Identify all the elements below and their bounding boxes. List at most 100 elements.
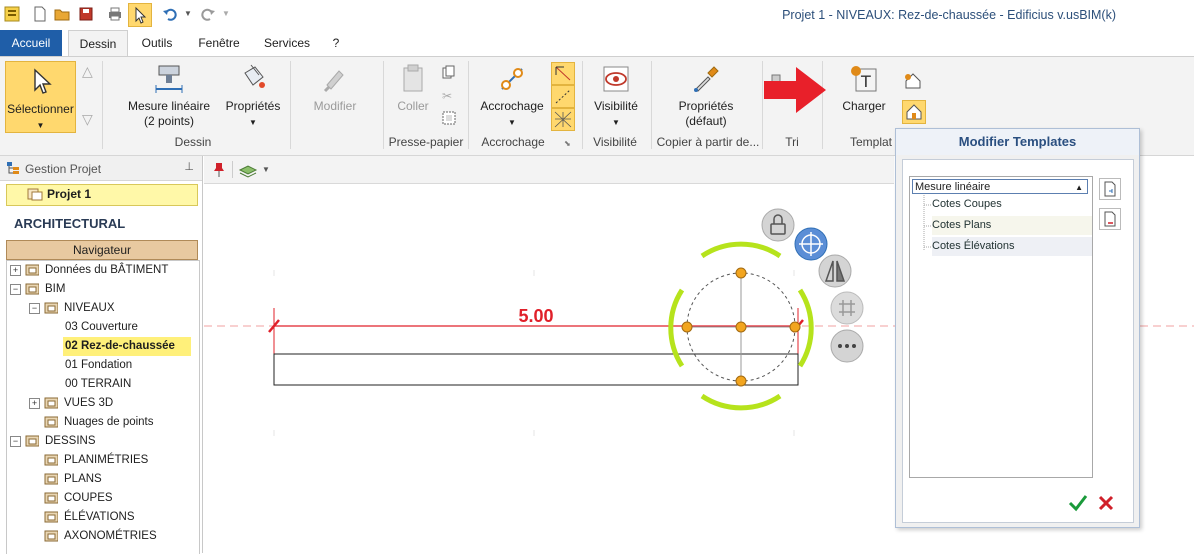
save-icon[interactable] [78,6,94,22]
dropdown-arrow-icon: ▼ [36,121,45,130]
tree-node[interactable]: 01 Fondation [7,356,197,375]
undo-dropdown-icon[interactable]: ▼ [180,6,196,22]
template-add-icon[interactable] [903,71,923,91]
collapse-arrow-icon: ▲ [1075,183,1083,192]
redo-icon[interactable] [200,6,216,22]
eye-icon [603,66,629,92]
snap-mode-1-icon[interactable] [551,62,575,85]
paste-button[interactable]: Coller [390,63,436,114]
tree-node[interactable]: 00 TERRAIN [7,375,197,394]
tab-draw[interactable]: Dessin [68,30,128,57]
group-label-copy-from: Copier à partir de... [656,135,760,149]
select-button[interactable]: Sélectionner ▼ [5,61,76,133]
tab-help[interactable]: ? [326,30,346,56]
project-icon [27,188,43,201]
scroll-up-icon[interactable]: △ [82,63,93,80]
tree-node[interactable]: Nuages de points [7,413,197,432]
tree-node[interactable]: PLANIMÉTRIES [7,451,197,470]
expand-toggle-icon[interactable]: − [29,303,40,314]
select-pointer-icon[interactable] [128,3,152,27]
tree-node[interactable]: AXONOMÉTRIES [7,527,197,546]
close-icon [1098,495,1114,511]
default-properties-button[interactable]: Propriétés (défaut) [666,63,746,129]
menu-tabs: Accueil Dessin Outils Fenêtre Services ? [0,30,1194,57]
tree-node[interactable]: 02 Rez-de-chaussée [7,337,197,356]
tree-node[interactable]: ÉLÉVATIONS [7,508,197,527]
dimension-value: 5.00 [518,306,553,326]
tree-node[interactable]: + Données du BÂTIMENT [7,261,197,280]
template-item[interactable]: Cotes Élévations [932,237,1092,256]
cut-icon[interactable]: ✂ [442,89,456,103]
snap-mode-2-icon[interactable] [551,85,575,108]
tree-node[interactable]: − BIM [7,280,197,299]
expand-toggle-icon[interactable]: − [10,284,21,295]
folder-node-icon [44,492,58,504]
folder-node-icon [44,511,58,523]
dropdown-arrow-icon: ▼ [249,118,257,127]
delete-template-button[interactable] [1099,208,1121,230]
group-label-snap: Accrochage [481,135,545,149]
add-document-icon [1104,181,1116,197]
eyedropper-icon [694,66,719,92]
template-type-select[interactable]: Mesure linéaire ▲ [912,179,1088,194]
visibility-button[interactable]: Visibilité ▼ [588,63,644,130]
tree-node[interactable]: 03 Couverture [7,318,197,337]
array-grid-icon[interactable] [830,291,864,325]
check-icon [1068,495,1088,512]
dimension-icon [155,65,183,93]
tree-node[interactable]: + VUES 3D [7,394,197,413]
layers-dropdown-icon[interactable]: ▼ [262,165,270,174]
modify-button[interactable]: Modifier [305,63,365,114]
tree-node[interactable]: PLANS [7,470,197,489]
copy-icon[interactable] [442,65,456,79]
tab-services[interactable]: Services [256,30,318,56]
expand-toggle-icon[interactable]: − [10,436,21,447]
pin-red-icon[interactable] [212,162,226,178]
app-menu-icon[interactable] [4,6,20,22]
navigator-header[interactable]: Navigateur [6,240,198,260]
wall-element[interactable] [273,353,799,386]
properties-button[interactable]: Propriétés ▼ [222,63,284,130]
more-options-icon[interactable] [830,329,864,363]
template-item[interactable]: Cotes Plans [932,216,1092,235]
tree-node[interactable]: − DESSINS [7,432,197,451]
pin-icon[interactable]: ⊥ [184,160,194,173]
expand-toggle-icon[interactable]: + [29,398,40,409]
template-edit-icon[interactable] [902,100,926,124]
tab-tools[interactable]: Outils [134,30,180,56]
cancel-button[interactable] [1095,492,1117,514]
section-title: ARCHITECTURAL [14,216,126,231]
linear-measure-button[interactable]: Mesure linéaire (2 points) [124,63,214,129]
mirror-icon[interactable] [818,254,852,288]
folder-node-icon [25,283,39,295]
folder-node-icon [44,397,58,409]
snap-button[interactable]: Accrochage ▼ [474,63,550,130]
svg-text:T: T [860,72,871,91]
dialog-launcher-icon[interactable]: ⬊ [564,139,571,148]
redo-dropdown-icon[interactable]: ▼ [218,6,234,22]
expand-toggle-icon[interactable]: + [10,265,21,276]
lock-icon[interactable] [761,208,795,242]
load-template-button[interactable]: T Charger [834,63,894,114]
ok-button[interactable] [1067,492,1089,514]
tree-node-label: PLANS [64,473,102,485]
tree-node-label: DESSINS [45,435,96,447]
target-icon[interactable] [794,227,828,261]
tab-window[interactable]: Fenêtre [190,30,248,56]
tab-home[interactable]: Accueil [0,30,62,56]
project-node[interactable]: Projet 1 [6,184,198,206]
undo-icon[interactable] [162,6,178,22]
add-template-button[interactable] [1099,178,1121,200]
tree-node[interactable]: − NIVEAUX [7,299,197,318]
snap-grid-icon[interactable] [551,108,575,131]
template-list: Mesure linéaire ▲ Cotes Coupes Cotes Pla… [909,176,1093,478]
new-file-icon[interactable] [32,6,48,22]
folder-node-icon [44,302,58,314]
print-icon[interactable] [107,6,123,22]
open-folder-icon[interactable] [54,6,70,22]
layers-icon[interactable] [238,162,258,178]
scroll-down-icon[interactable]: ▽ [82,111,93,128]
paste-special-icon[interactable] [442,111,456,125]
template-item[interactable]: Cotes Coupes [932,195,1092,214]
tree-node[interactable]: COUPES [7,489,197,508]
